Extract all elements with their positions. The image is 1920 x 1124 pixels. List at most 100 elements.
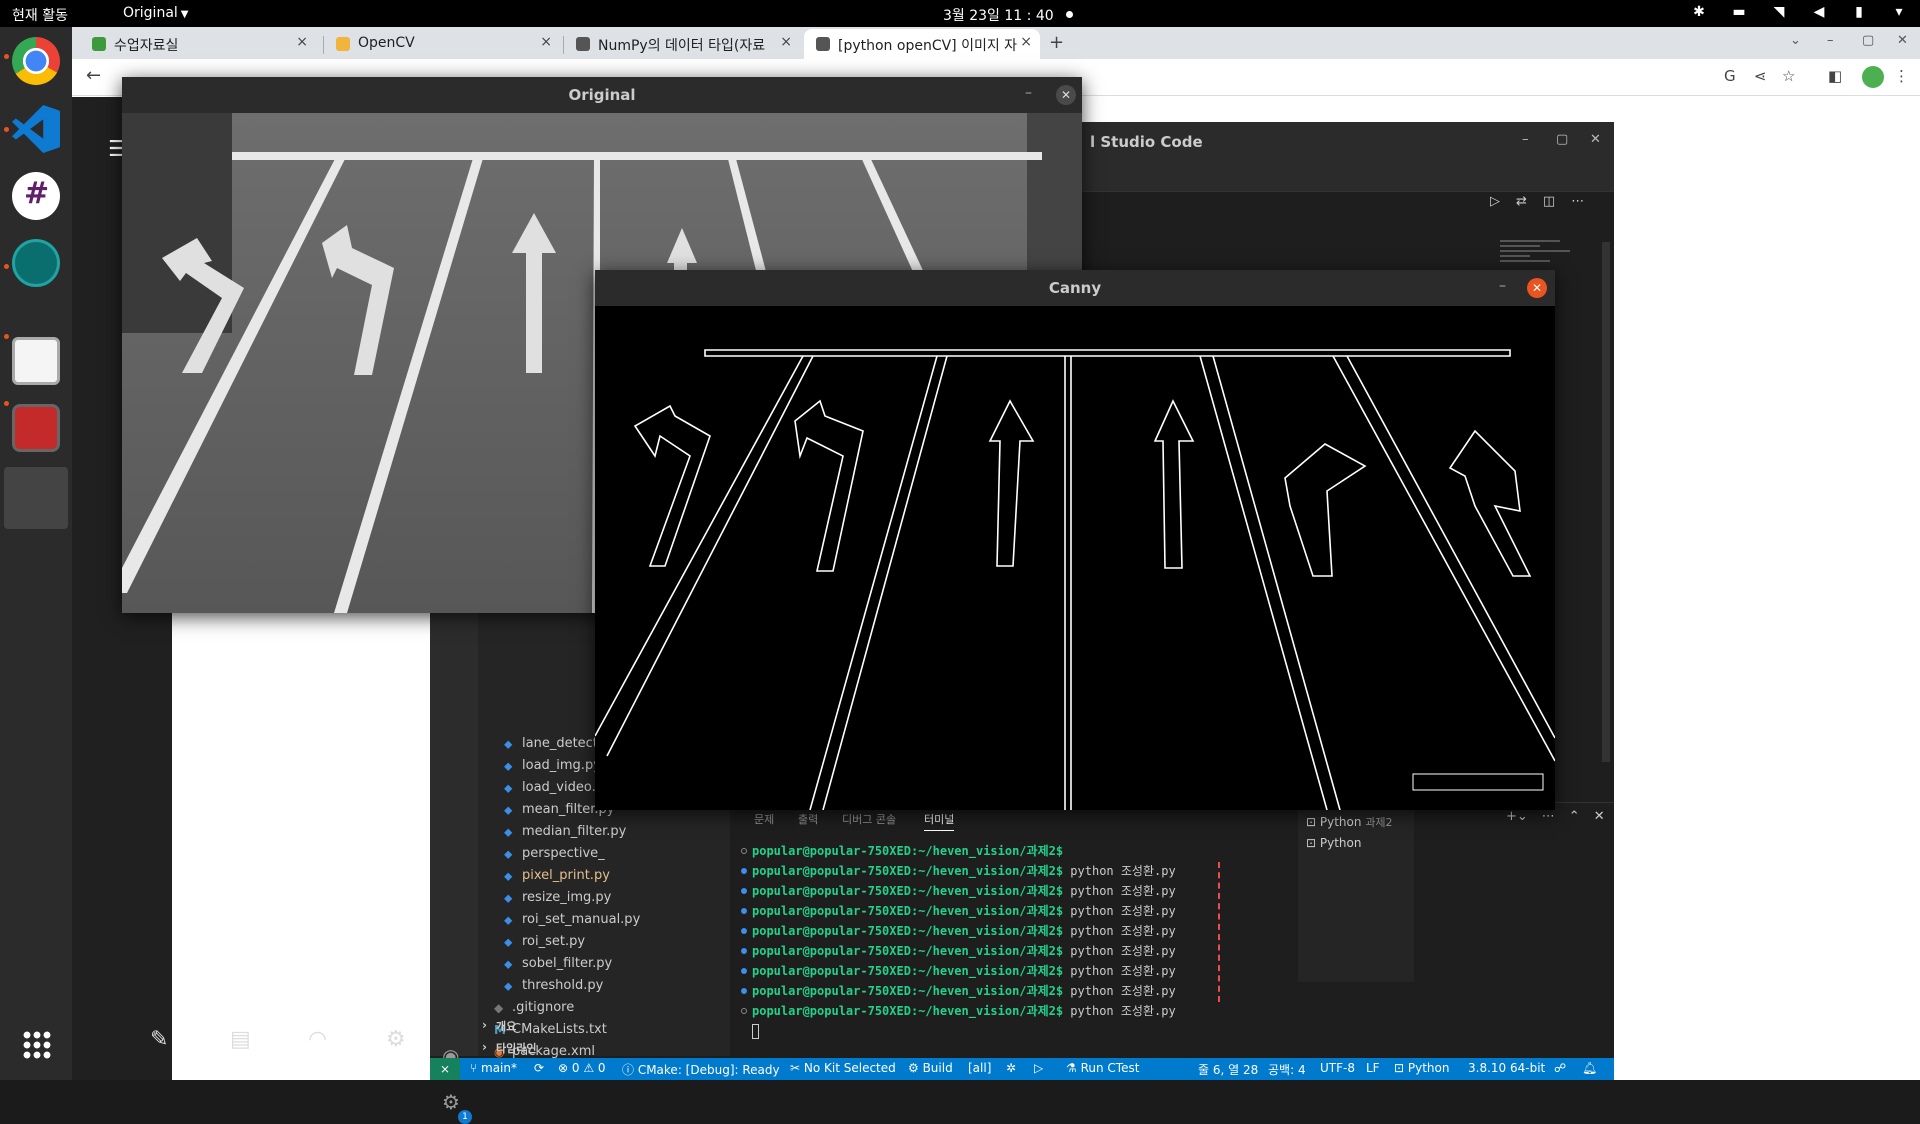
- power-menu-icon[interactable]: ▾: [1890, 4, 1908, 20]
- file-roi-set[interactable]: ⬥ roi_set.py: [500, 934, 585, 956]
- battery-icon[interactable]: ▮: [1850, 4, 1868, 20]
- problems-count[interactable]: ⊗ 0 ⚠ 0: [558, 1061, 606, 1075]
- file-load-img[interactable]: ⬥ load_img.py: [500, 758, 601, 780]
- wifi-icon[interactable]: ◥: [1770, 4, 1788, 20]
- build-target[interactable]: [all]: [968, 1061, 991, 1075]
- vscode-icon[interactable]: [12, 105, 60, 153]
- tab-output[interactable]: 출력: [798, 811, 818, 827]
- kit-selector[interactable]: ✂ No Kit Selected: [790, 1061, 896, 1075]
- close-panel-icon[interactable]: ✕: [1594, 809, 1605, 824]
- command-decoration-icon[interactable]: [741, 988, 747, 994]
- minimize-icon[interactable]: –: [1025, 85, 1032, 101]
- slack-icon[interactable]: [12, 172, 60, 220]
- tab-terminal[interactable]: 터미널: [924, 811, 955, 831]
- maximize-icon[interactable]: ▢: [1862, 33, 1874, 48]
- note-icon[interactable]: ▤: [230, 1027, 251, 1052]
- opencv-canny-window[interactable]: Canny – ✕: [595, 270, 1555, 810]
- files-icon[interactable]: [12, 337, 60, 385]
- tab-problems[interactable]: 문제: [754, 811, 774, 827]
- file-threshold[interactable]: ⬥ threshold.py: [500, 978, 603, 1000]
- rss-icon[interactable]: ◠: [308, 1027, 327, 1052]
- close-window-icon[interactable]: ✕: [1897, 33, 1908, 48]
- system-tray[interactable]: ✱ ▬ ◥ ◀ ▮ ▾: [1690, 4, 1908, 20]
- new-terminal-icon[interactable]: +⌄: [1506, 809, 1528, 824]
- new-tab-button[interactable]: +: [1049, 32, 1064, 53]
- command-decoration-icon[interactable]: [741, 868, 747, 874]
- command-decoration-icon[interactable]: [741, 908, 747, 914]
- python-interpreter[interactable]: 3.8.10 64-bit: [1468, 1061, 1545, 1075]
- more-actions-icon[interactable]: ⋯: [1542, 809, 1555, 824]
- debug-icon[interactable]: ✲: [1006, 1061, 1016, 1075]
- notifications-bell-icon[interactable]: 🔔︎: [1582, 1061, 1597, 1075]
- clock[interactable]: 3월 23일 11 : 40: [943, 5, 1054, 25]
- bookmark-star-icon[interactable]: ☆: [1782, 67, 1795, 85]
- close-icon[interactable]: ✕: [1056, 85, 1076, 105]
- terminal-input-line[interactable]: [736, 1021, 1496, 1041]
- manage-gear-icon[interactable]: ⚙: [442, 1090, 460, 1114]
- tab-opencv[interactable]: OpenCV ×: [324, 29, 560, 59]
- terminal-list-item[interactable]: ⊡ Python: [1306, 836, 1361, 850]
- tab-search-icon[interactable]: ⌄: [1790, 33, 1801, 48]
- minimize-icon[interactable]: –: [1499, 278, 1506, 294]
- command-decoration-icon[interactable]: [741, 848, 747, 854]
- minimize-icon[interactable]: –: [1827, 33, 1834, 48]
- compare-icon[interactable]: ⇄: [1516, 194, 1527, 209]
- file-median-filter[interactable]: ⬥ median_filter.py: [500, 824, 626, 846]
- volume-icon[interactable]: ◀: [1810, 4, 1828, 20]
- side-panel-icon[interactable]: ◧: [1828, 67, 1842, 85]
- more-actions-icon[interactable]: ⋯: [1571, 194, 1584, 209]
- tab-python-opencv[interactable]: [python openCV] 이미지 자 ×: [804, 29, 1040, 59]
- launch-icon[interactable]: ▷: [1034, 1061, 1043, 1075]
- editor-scrollbar[interactable]: [1602, 242, 1610, 762]
- maximize-panel-icon[interactable]: ⌃: [1569, 809, 1580, 824]
- tab-class-materials[interactable]: 수업자료실 ×: [80, 29, 316, 59]
- minimize-icon[interactable]: –: [1522, 132, 1529, 147]
- command-decoration-icon[interactable]: [741, 888, 747, 894]
- google-icon[interactable]: G: [1724, 67, 1736, 85]
- keyboard-icon[interactable]: ▬: [1730, 4, 1748, 20]
- close-tab-icon[interactable]: ×: [296, 34, 308, 50]
- settings-gear-icon[interactable]: ⚙: [386, 1027, 406, 1052]
- cursor-position[interactable]: 줄 6, 열 28: [1198, 1061, 1258, 1078]
- share-icon[interactable]: ⋖: [1754, 67, 1767, 85]
- file-perspective[interactable]: ⬥ perspective_: [500, 846, 605, 868]
- profile-avatar[interactable]: [1862, 66, 1884, 88]
- file-sobel-filter[interactable]: ⬥ sobel_filter.py: [500, 956, 612, 978]
- command-decoration-icon[interactable]: [741, 948, 747, 954]
- terminal-icon[interactable]: [12, 404, 60, 452]
- show-applications-icon[interactable]: [22, 1030, 52, 1060]
- tab-numpy[interactable]: NumPy의 데이터 타입(자료 ×: [564, 29, 800, 59]
- chrome-icon[interactable]: [12, 37, 60, 85]
- maximize-icon[interactable]: ▢: [1556, 132, 1568, 147]
- line-ending[interactable]: LF: [1366, 1061, 1380, 1075]
- sync-icon[interactable]: ⟳: [534, 1061, 544, 1075]
- command-decoration-icon[interactable]: [741, 1008, 747, 1014]
- app-menu[interactable]: Original ▼: [123, 5, 189, 21]
- gitkraken-icon[interactable]: [12, 239, 60, 287]
- command-decoration-icon[interactable]: [741, 928, 747, 934]
- run-ctest[interactable]: ⚗ Run CTest: [1066, 1061, 1139, 1075]
- back-icon[interactable]: ←: [86, 65, 101, 86]
- python-window-icon[interactable]: [4, 467, 68, 529]
- cmake-status[interactable]: ⓘ CMake: [Debug]: Ready: [622, 1061, 780, 1078]
- remote-indicator-icon[interactable]: ⨯: [430, 1058, 460, 1080]
- file-resize-img[interactable]: ⬥ resize_img.py: [500, 890, 611, 912]
- outline-section[interactable]: › 개요: [478, 1018, 516, 1040]
- pencil-icon[interactable]: ✎: [150, 1027, 168, 1052]
- build-button[interactable]: ⚙ Build: [908, 1061, 953, 1075]
- feedback-icon[interactable]: ☍: [1554, 1061, 1566, 1075]
- close-tab-icon[interactable]: ×: [780, 34, 792, 50]
- window-title[interactable]: Original: [122, 77, 1082, 113]
- split-editor-icon[interactable]: ◫: [1543, 194, 1555, 209]
- activities-button[interactable]: 현재 활동: [12, 5, 68, 25]
- file-pixel-print[interactable]: ⬥ pixel_print.py: [500, 868, 610, 890]
- tab-debug-console[interactable]: 디버그 콘솔: [842, 811, 896, 827]
- run-icon[interactable]: ▷: [1490, 194, 1500, 209]
- file-roi-set-manual[interactable]: ⬥ roi_set_manual.py: [500, 912, 640, 934]
- close-tab-icon[interactable]: ×: [1020, 34, 1032, 50]
- indent-spaces[interactable]: 공백: 4: [1268, 1061, 1306, 1078]
- git-branch[interactable]: ⑂ main*: [470, 1061, 517, 1075]
- close-icon[interactable]: ✕: [1527, 278, 1547, 298]
- more-menu-icon[interactable]: ⋮: [1894, 67, 1909, 85]
- close-tab-icon[interactable]: ×: [540, 34, 552, 50]
